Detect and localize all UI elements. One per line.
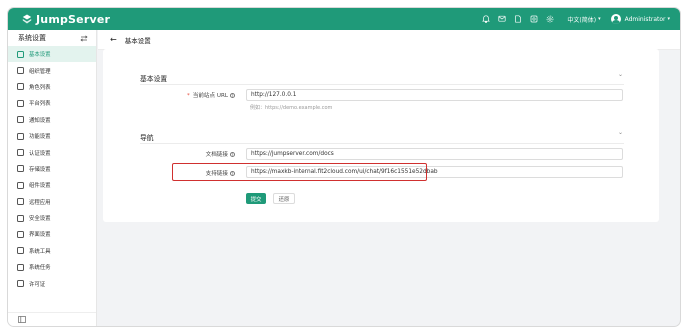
sidebar-item-label: 系统工具 [29, 248, 51, 255]
page-title: 基本设置 [124, 36, 151, 45]
sidebar-item[interactable]: 系统工具 [8, 243, 96, 259]
storage-icon [17, 165, 24, 173]
sidebar-item[interactable]: 界面设置 [8, 226, 96, 242]
sidebar-item[interactable]: 远程应用 [8, 194, 96, 210]
sidebar-header: 系统设置 [8, 30, 96, 46]
sidebar-item[interactable]: 平台列表 [8, 95, 96, 111]
required-mark: * [186, 93, 190, 99]
user-menu[interactable]: Administrator ▾ [625, 16, 670, 23]
sidebar-item[interactable]: 组件设置 [8, 177, 96, 193]
language-selector[interactable]: 中文(简体) ▾ [567, 15, 600, 24]
feature-icon [17, 132, 24, 140]
brand-logo[interactable]: JumpServer [22, 13, 110, 26]
sidebar-item[interactable]: 通知设置 [8, 112, 96, 128]
sidebar: 系统设置 基本设置组织管理角色列表平台列表通知设置功能设置认证设置存储设置组件设… [8, 30, 97, 326]
sidebar-item[interactable]: 认证设置 [8, 144, 96, 160]
sidebar-item-label: 组织管理 [29, 68, 51, 75]
chevron-down-icon: ▾ [598, 16, 601, 22]
file-icon[interactable] [513, 14, 523, 24]
page-header: ← 基本设置 [98, 30, 680, 50]
tools-icon [17, 247, 24, 255]
sidebar-item[interactable]: 系统任务 [8, 259, 96, 275]
user-name: Administrator [624, 15, 666, 23]
site-url-label: * 当前站点 URL? [186, 93, 235, 99]
sidebar-item[interactable]: 角色列表 [8, 79, 96, 95]
divider [140, 84, 624, 85]
top-navbar: JumpServer 中文(简体) ▾ Administrator ▾ [8, 8, 680, 30]
reset-button[interactable]: 还原 [273, 193, 295, 204]
bell-icon [17, 116, 24, 124]
remote-app-icon [17, 198, 24, 206]
language-label: 中文(简体) [567, 16, 597, 24]
sidebar-item-label: 系统任务 [29, 265, 51, 272]
site-url-input[interactable]: http://127.0.0.1 [246, 89, 623, 101]
help-icon[interactable]: ? [230, 93, 235, 98]
doc-link-label: 文档链接? [205, 152, 235, 158]
sidebar-item[interactable]: 组织管理 [8, 62, 96, 78]
settings-card: 基本设置 ⌄ * 当前站点 URL? http://127.0.0.1 例如：ht… [103, 49, 659, 222]
component-icon [17, 181, 24, 189]
brand-name: JumpServer [36, 12, 111, 26]
help-icon[interactable] [529, 14, 539, 24]
shield-icon [17, 214, 24, 222]
section-title-basic: 基本设置 [140, 75, 168, 83]
sidebar-item-label: 远程应用 [29, 199, 51, 206]
annotation-highlight-box [172, 163, 427, 181]
divider [140, 143, 624, 144]
back-arrow-icon[interactable]: ← [110, 35, 117, 44]
sidebar-item-label: 安全设置 [29, 216, 51, 223]
sidebar-item-label: 功能设置 [29, 134, 51, 141]
switch-view-icon[interactable] [80, 35, 88, 42]
chevron-down-icon: ▾ [667, 16, 670, 22]
help-icon[interactable]: ? [230, 152, 235, 157]
settings-icon[interactable] [545, 14, 555, 24]
task-icon [17, 263, 24, 271]
sidebar-item-label: 角色列表 [29, 84, 51, 91]
interface-icon [17, 230, 24, 238]
auth-icon [17, 149, 24, 157]
sidebar-item-label: 许可证 [29, 281, 46, 288]
sidebar-item[interactable]: 安全设置 [8, 210, 96, 226]
message-icon[interactable] [497, 14, 507, 24]
platform-icon [17, 99, 24, 107]
avatar[interactable] [610, 14, 621, 24]
jumpserver-logo-icon [22, 14, 32, 24]
chevron-down-icon[interactable]: ⌄ [618, 71, 623, 78]
role-icon [17, 83, 24, 91]
collapse-icon [18, 316, 26, 323]
sidebar-menu: 基本设置组织管理角色列表平台列表通知设置功能设置认证设置存储设置组件设置远程应用… [8, 46, 96, 292]
site-url-hint: 例如：https://demo.example.com [250, 105, 333, 111]
sidebar-item-label: 组件设置 [29, 183, 51, 190]
top-right-toolbar: 中文(简体) ▾ Administrator ▾ [475, 8, 670, 30]
sidebar-item-label: 基本设置 [29, 52, 51, 59]
sidebar-collapse[interactable] [8, 312, 96, 326]
grid-icon [17, 50, 24, 58]
sidebar-item-label: 认证设置 [29, 150, 51, 157]
section-title-nav: 导航 [140, 134, 154, 142]
sidebar-title: 系统设置 [18, 34, 46, 42]
chevron-down-icon[interactable]: ⌄ [618, 129, 623, 136]
bell-icon[interactable] [481, 14, 491, 24]
doc-link-input[interactable]: https://jumpserver.com/docs [246, 148, 623, 160]
sidebar-item[interactable]: 基本设置 [8, 46, 96, 63]
sidebar-item-label: 平台列表 [29, 101, 51, 108]
license-icon [17, 280, 24, 288]
sidebar-item[interactable]: 存储设置 [8, 161, 96, 177]
org-icon [17, 67, 24, 75]
submit-button[interactable]: 提交 [246, 193, 266, 204]
sidebar-item[interactable]: 许可证 [8, 275, 96, 291]
sidebar-item-label: 界面设置 [29, 232, 51, 239]
sidebar-item-label: 通知设置 [29, 117, 51, 124]
sidebar-item[interactable]: 功能设置 [8, 128, 96, 144]
sidebar-item-label: 存储设置 [29, 166, 51, 173]
